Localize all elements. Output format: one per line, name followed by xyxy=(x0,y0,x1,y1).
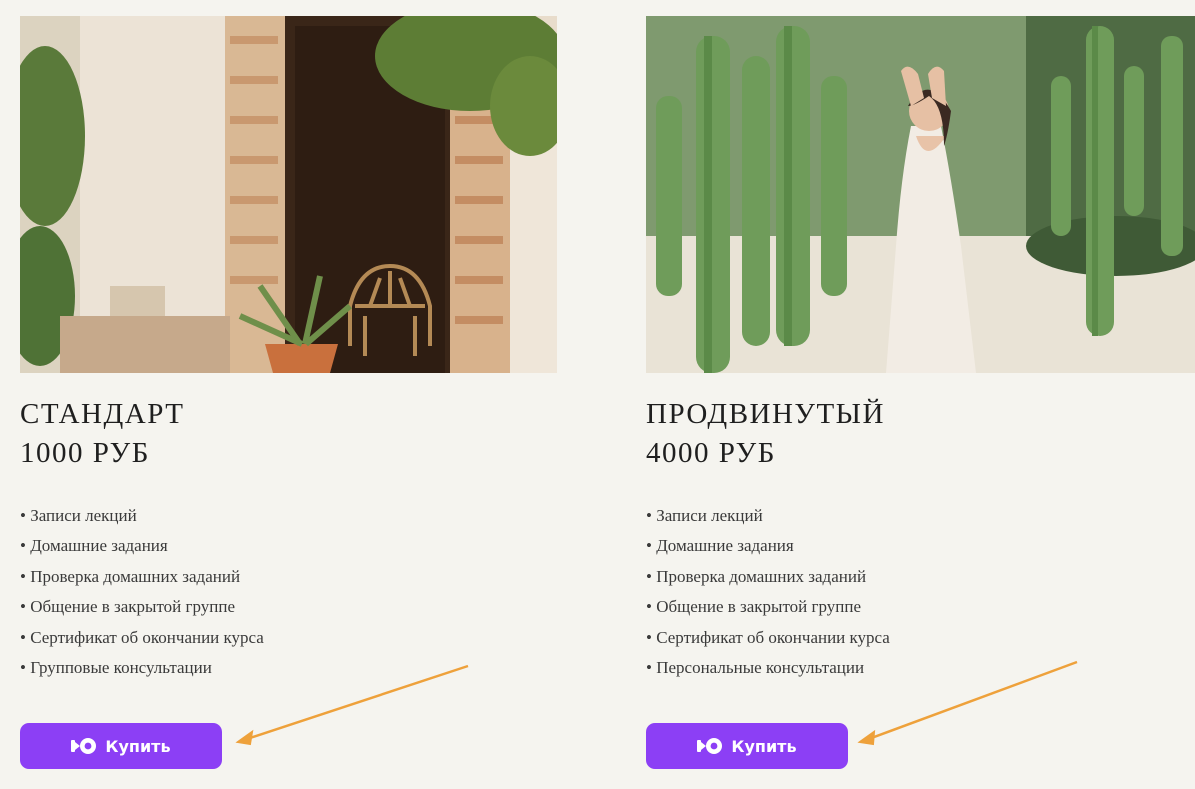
feature-item: Домашние задания xyxy=(20,531,557,561)
plan-name: СТАНДАРТ xyxy=(20,398,185,430)
feature-item: Записи лекций xyxy=(20,501,557,531)
yoomoney-logo-icon xyxy=(71,737,97,755)
feature-list: Записи лекций Домашние задания Проверка … xyxy=(20,501,557,683)
feature-item: Общение в закрытой группе xyxy=(646,592,1195,622)
plan-card-standard: СТАНДАРТ 1000 РУБ Записи лекций Домашние… xyxy=(20,16,557,769)
buy-button-label: Купить xyxy=(731,736,797,756)
plan-price: 1000 РУБ xyxy=(20,437,150,469)
plan-photo-cactus-garden xyxy=(646,16,1195,373)
buy-button-standard[interactable]: Купить xyxy=(20,723,222,769)
annotation-arrow-icon xyxy=(235,664,469,746)
plan-card-advanced: ПРОДВИНУТЫЙ 4000 РУБ Записи лекций Домаш… xyxy=(646,16,1195,769)
plan-photo-courtyard xyxy=(20,16,557,373)
feature-item: Проверка домашних заданий xyxy=(20,562,557,592)
feature-item: Общение в закрытой группе xyxy=(20,592,557,622)
buy-button-advanced[interactable]: Купить xyxy=(646,723,848,769)
plan-name: ПРОДВИНУТЫЙ xyxy=(646,398,885,430)
feature-item: Сертификат об окончании курса xyxy=(20,623,557,653)
feature-item: Сертификат об окончании курса xyxy=(646,623,1195,653)
annotation-arrow-icon xyxy=(857,660,1078,746)
feature-item: Домашние задания xyxy=(646,531,1195,561)
feature-item: Проверка домашних заданий xyxy=(646,562,1195,592)
plan-price: 4000 РУБ xyxy=(646,437,776,469)
buy-button-label: Купить xyxy=(105,736,171,756)
yoomoney-logo-icon xyxy=(697,737,723,755)
feature-item: Записи лекций xyxy=(646,501,1195,531)
